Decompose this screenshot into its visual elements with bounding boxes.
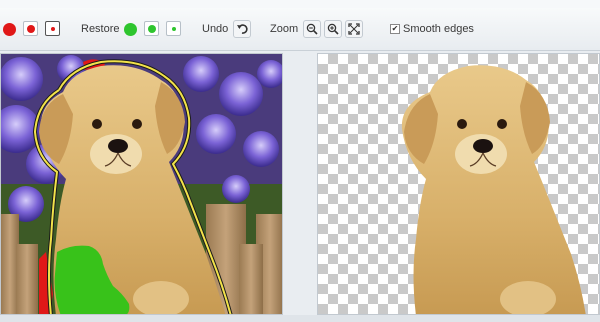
restore-label: Restore xyxy=(81,23,120,35)
checkmark-icon: ✔ xyxy=(391,24,399,33)
undo-label: Undo xyxy=(202,23,229,35)
restore-brush-small[interactable] xyxy=(166,21,181,36)
remove-brush-small[interactable] xyxy=(45,21,60,36)
zoom-in-icon xyxy=(327,23,339,35)
restore-brush-medium-icon xyxy=(147,24,156,33)
zoom-label: Zoom xyxy=(270,23,299,35)
remove-brush-large[interactable] xyxy=(3,8,16,50)
restore-brush-medium[interactable] xyxy=(144,21,159,36)
undo-icon xyxy=(237,24,248,34)
restore-brush-large[interactable] xyxy=(124,8,137,50)
fit-to-screen-button[interactable] xyxy=(345,20,363,38)
remove-brush-small-icon xyxy=(50,26,55,31)
cutout-result-photo xyxy=(401,65,586,314)
puppy-cutout xyxy=(401,65,586,314)
zoom-in-button[interactable] xyxy=(324,20,342,38)
restore-brush-small-icon xyxy=(171,26,176,31)
original-image-canvas[interactable] xyxy=(0,53,283,315)
smooth-edges-label: Smooth edges xyxy=(403,23,474,35)
result-preview-canvas[interactable] xyxy=(317,53,600,315)
fit-screen-icon xyxy=(348,23,360,35)
remove-brush-large-icon xyxy=(3,22,16,36)
zoom-out-icon xyxy=(306,23,318,35)
remove-brush-medium-icon xyxy=(26,24,35,33)
zoom-out-button[interactable] xyxy=(303,20,321,38)
undo-button[interactable] xyxy=(233,20,251,38)
original-photo xyxy=(1,54,282,314)
smooth-edges-checkbox[interactable]: ✔ xyxy=(390,24,400,34)
restore-brush-large-icon xyxy=(124,22,137,36)
top-strip xyxy=(0,0,600,8)
remove-brush-medium[interactable] xyxy=(23,21,38,36)
bottom-strip xyxy=(0,315,600,322)
editor-toolbar: Restore Undo Zoom ✔ Smooth edges xyxy=(0,8,600,51)
